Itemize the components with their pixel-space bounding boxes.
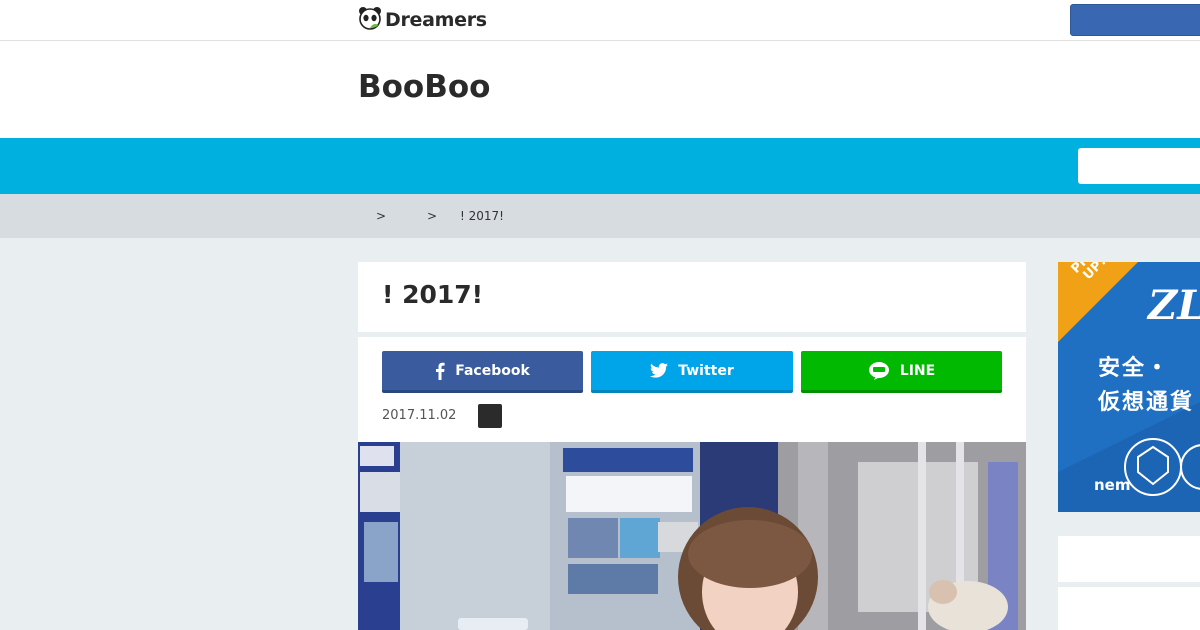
post-title-card: ! 2017! — [358, 262, 1026, 332]
breadcrumb-separator: > — [427, 209, 438, 223]
ad-brand: nem — [1094, 476, 1131, 494]
facebook-icon — [435, 362, 445, 380]
ad-headline-2: 仮想通貨 — [1098, 390, 1195, 415]
share-line-label: LINE — [899, 362, 936, 379]
share-line-button[interactable]: LINE — [801, 351, 1002, 393]
nav-bar — [0, 138, 1200, 194]
author-avatar[interactable] — [478, 404, 502, 428]
sidebar-widget — [1058, 587, 1200, 630]
logo-text: Dreamers — [385, 9, 487, 31]
breadcrumb-current: ! 2017! — [460, 209, 504, 223]
twitter-icon — [650, 363, 669, 378]
top-bar: Dreamers — [0, 0, 1200, 41]
search-input[interactable] — [1078, 148, 1200, 184]
sidebar-widget — [1058, 536, 1200, 582]
share-twitter-button[interactable]: Twitter — [591, 351, 793, 393]
site-header: BooBoo — [0, 41, 1200, 138]
ad-headline-1: 安全・ — [1098, 356, 1171, 381]
breadcrumb: > > ! 2017! — [0, 194, 1200, 238]
share-facebook-label: Facebook — [455, 362, 530, 379]
sidebar-ad-banner[interactable]: PICK UP! ZL 安全・ 仮想通貨 nem — [1058, 262, 1200, 512]
post-photo — [358, 442, 1026, 630]
post-title: ! 2017! — [382, 280, 484, 309]
ad-logo: ZL — [1148, 282, 1200, 329]
post-date: 2017.11.02 — [382, 408, 457, 423]
dreamers-logo[interactable]: Dreamers — [358, 6, 487, 34]
site-title[interactable]: BooBoo — [358, 69, 490, 105]
post-content-card: Facebook Twitter LINE 2017.11.02 — [358, 337, 1026, 630]
breadcrumb-separator: > — [376, 209, 387, 223]
header-button[interactable] — [1070, 4, 1200, 36]
line-icon — [868, 361, 890, 381]
share-facebook-button[interactable]: Facebook — [382, 351, 583, 393]
share-twitter-label: Twitter — [678, 362, 734, 379]
panda-icon — [358, 6, 382, 34]
